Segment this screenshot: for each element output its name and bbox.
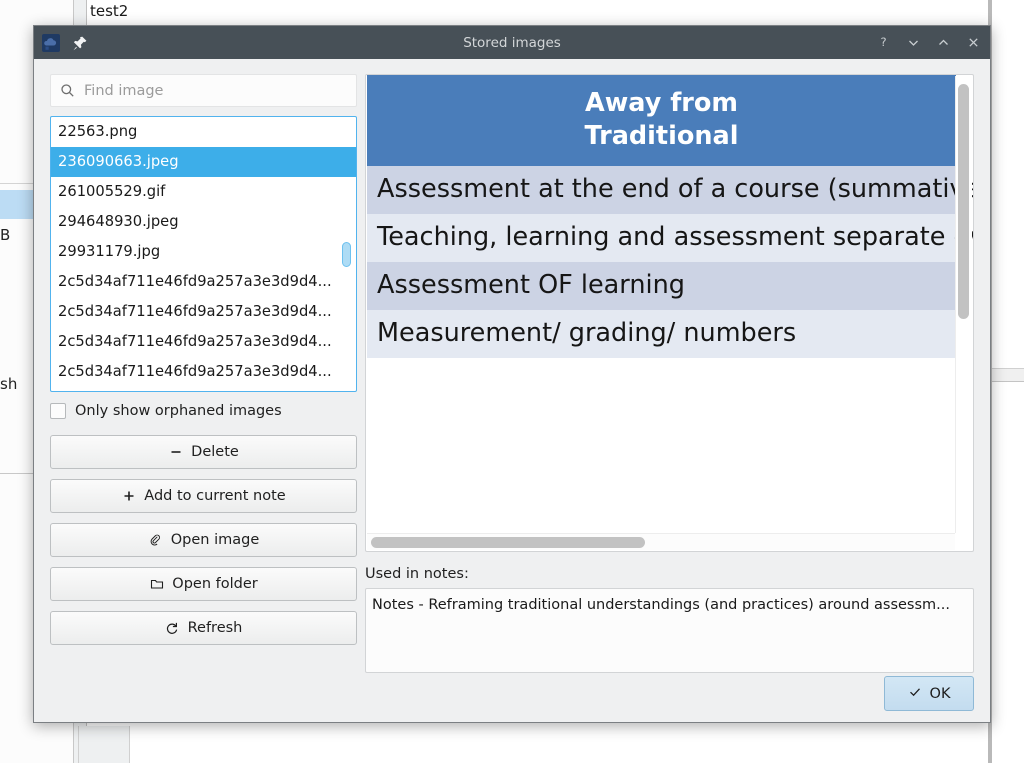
image-file-list[interactable]: 22563.png 236090663.jpeg 261005529.gif 2… xyxy=(50,116,357,392)
title-bar-left-icons xyxy=(42,34,89,52)
check-icon xyxy=(908,685,922,703)
refresh-button-label: Refresh xyxy=(188,620,243,636)
list-item[interactable]: 294648930.jpeg xyxy=(51,207,356,237)
search-input[interactable] xyxy=(84,83,347,99)
used-in-notes-label: Used in notes: xyxy=(365,566,974,582)
help-button[interactable]: ? xyxy=(875,34,892,51)
list-item[interactable]: 236090663.jpeg xyxy=(51,147,356,177)
title-bar: Stored images ? xyxy=(34,26,990,59)
add-to-note-button[interactable]: Add to current note xyxy=(50,479,357,513)
ok-button-label: OK xyxy=(930,686,951,702)
window-controls: ? xyxy=(875,34,982,51)
search-icon xyxy=(60,83,75,98)
open-folder-button-label: Open folder xyxy=(172,576,257,592)
folder-icon xyxy=(149,577,164,592)
list-item[interactable]: 2c5d34af711e46fd9a257a3e3d9d4... xyxy=(51,357,356,387)
dialog-body: 22563.png 236090663.jpeg 261005529.gif 2… xyxy=(34,59,990,723)
delete-button[interactable]: Delete xyxy=(50,435,357,469)
minimize-button[interactable] xyxy=(905,34,922,51)
window-title: Stored images xyxy=(34,35,990,51)
preview-table-row: Measurement/ grading/ numbers xyxy=(367,310,956,358)
list-item[interactable]: 2c5d34af711e46fd9a257a3e3d9d4... xyxy=(51,267,356,297)
add-to-note-button-label: Add to current note xyxy=(144,488,285,504)
image-preview-content: Away from Traditional Assessment at the … xyxy=(367,75,956,358)
file-list-items: 22563.png 236090663.jpeg 261005529.gif 2… xyxy=(51,117,356,387)
preview-table-row: Assessment OF learning xyxy=(367,262,956,310)
preview-vertical-scrollbar[interactable] xyxy=(955,76,972,533)
list-item[interactable]: 261005529.gif xyxy=(51,177,356,207)
open-image-button-label: Open image xyxy=(171,532,260,548)
minus-icon xyxy=(168,445,183,460)
refresh-button[interactable]: Refresh xyxy=(50,611,357,645)
close-button[interactable] xyxy=(965,34,982,51)
background-text-fragment-upper: B xyxy=(0,226,20,244)
paperclip-icon xyxy=(148,533,163,548)
image-preview[interactable]: Away from Traditional Assessment at the … xyxy=(365,74,974,552)
orphaned-images-checkbox[interactable] xyxy=(50,403,66,419)
used-in-notes-list[interactable]: Notes - Reframing traditional understand… xyxy=(365,588,974,673)
list-item[interactable]: 2c5d34af711e46fd9a257a3e3d9d4... xyxy=(51,297,356,327)
preview-table-row: Assessment at the end of a course (summa… xyxy=(367,166,956,214)
stored-images-dialog: Stored images ? xyxy=(33,25,991,723)
file-list-scrollbar-thumb[interactable] xyxy=(342,242,351,267)
delete-button-label: Delete xyxy=(191,444,239,460)
orphaned-images-checkbox-row[interactable]: Only show orphaned images xyxy=(50,403,357,419)
list-item[interactable]: 2c5d34af711e46fd9a257a3e3d9d4... xyxy=(51,327,356,357)
orphaned-images-label: Only show orphaned images xyxy=(75,403,282,419)
maximize-button[interactable] xyxy=(935,34,952,51)
background-right-band xyxy=(992,368,1024,382)
right-panel: Away from Traditional Assessment at the … xyxy=(365,74,974,673)
preview-horizontal-scrollbar-thumb[interactable] xyxy=(371,537,645,548)
preview-vertical-scrollbar-thumb[interactable] xyxy=(958,84,969,319)
list-item[interactable]: 29931179.jpg xyxy=(51,237,356,267)
app-cloud-icon xyxy=(42,34,60,52)
preview-table: Away from Traditional Assessment at the … xyxy=(367,75,956,358)
preview-horizontal-scrollbar[interactable] xyxy=(367,533,955,550)
pin-icon[interactable] xyxy=(71,34,89,52)
plus-icon xyxy=(121,489,136,504)
list-item[interactable]: 22563.png xyxy=(51,117,356,147)
search-field[interactable] xyxy=(50,74,357,107)
refresh-icon xyxy=(165,621,180,636)
ok-button[interactable]: OK xyxy=(884,676,974,711)
background-note-title: test2 xyxy=(90,2,128,20)
preview-table-header: Away from Traditional xyxy=(367,75,956,166)
background-text-fragment-lower: sh xyxy=(0,375,28,393)
left-panel: 22563.png 236090663.jpeg 261005529.gif 2… xyxy=(50,74,357,645)
open-image-button[interactable]: Open image xyxy=(50,523,357,557)
file-list-scrollbar[interactable] xyxy=(342,118,354,390)
svg-text:?: ? xyxy=(880,36,886,49)
list-item[interactable]: Notes - Reframing traditional understand… xyxy=(366,589,973,613)
background-bottom-strip xyxy=(78,726,130,763)
preview-table-row: Teaching, learning and assessment separa… xyxy=(367,214,956,262)
open-folder-button[interactable]: Open folder xyxy=(50,567,357,601)
